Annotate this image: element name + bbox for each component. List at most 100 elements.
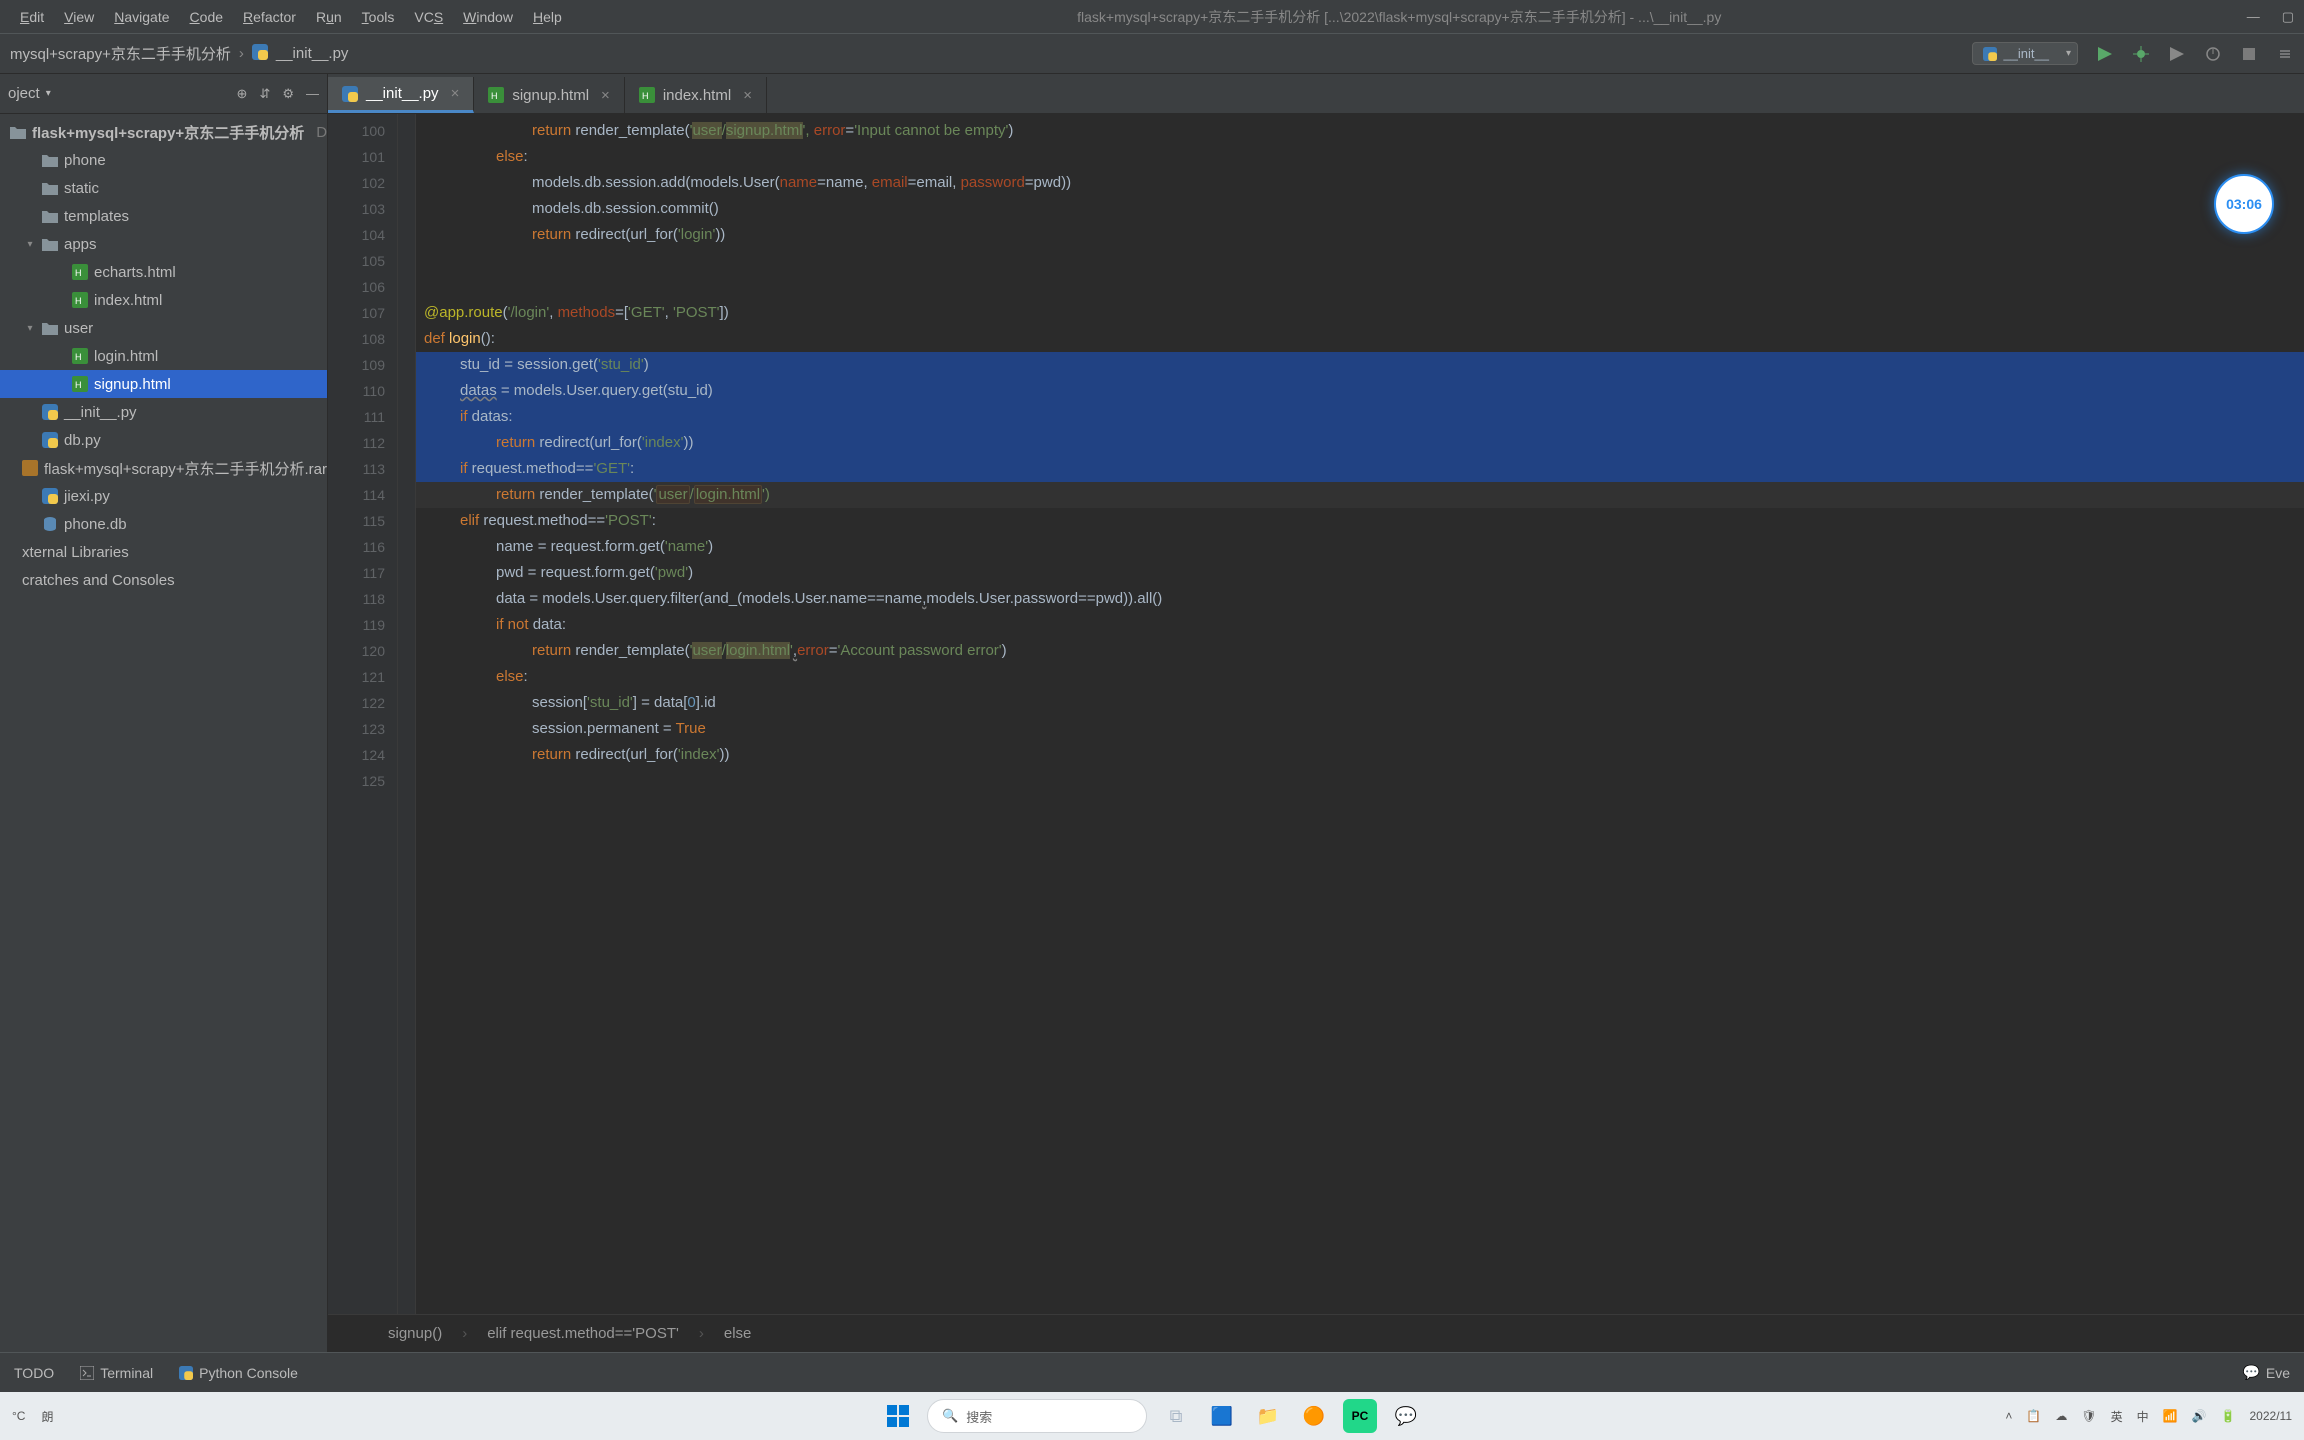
editor-breadcrumbs[interactable]: signup()›elif request.method=='POST'›els… — [328, 1314, 2304, 1352]
clock[interactable]: 2022/11 — [2250, 1409, 2293, 1423]
terminal-icon — [80, 1366, 94, 1380]
run-button[interactable] — [2096, 45, 2114, 63]
volume-icon[interactable]: 🔊 — [2192, 1409, 2207, 1423]
project-tree[interactable]: flask+mysql+scrapy+京东二手手机分析 D:\2022 phon… — [0, 114, 327, 1352]
todo-tool-window[interactable]: TODO — [14, 1365, 54, 1381]
editor-area: __init__.py×Hsignup.html×Hindex.html× 10… — [328, 74, 2304, 1352]
terminal-tool-window[interactable]: Terminal — [80, 1365, 153, 1381]
hide-icon[interactable]: — — [306, 86, 319, 102]
tree-item-db-py[interactable]: db.py — [0, 426, 327, 454]
menu-view[interactable]: View — [54, 9, 104, 25]
menu-edit[interactable]: Edit — [10, 9, 54, 25]
search-everywhere-button[interactable] — [2276, 45, 2294, 63]
editor-tabs: __init__.py×Hsignup.html×Hindex.html× — [328, 74, 2304, 114]
battery-icon[interactable]: 🔋 — [2221, 1409, 2236, 1423]
tree-item-index-html[interactable]: Hindex.html — [0, 286, 327, 314]
edge-icon[interactable]: 🟦 — [1205, 1399, 1239, 1433]
profiler-button[interactable] — [2204, 45, 2222, 63]
breadcrumb-file[interactable]: __init__.py — [276, 45, 349, 62]
tray-app-icon[interactable]: 📋 — [2026, 1409, 2041, 1423]
tab-signup-html[interactable]: Hsignup.html× — [474, 77, 624, 113]
menu-help[interactable]: Help — [523, 9, 572, 25]
close-tab-icon[interactable]: × — [451, 85, 460, 102]
tree-item-login-html[interactable]: Hlogin.html — [0, 342, 327, 370]
crumb-0[interactable]: signup() — [388, 1325, 442, 1342]
close-tab-icon[interactable]: × — [601, 87, 610, 104]
python-icon — [1983, 47, 1997, 61]
tree-item-phone[interactable]: phone — [0, 146, 327, 174]
tree-item-templates[interactable]: templates — [0, 202, 327, 230]
taskbar-weather[interactable]: °C朗 — [12, 1408, 53, 1425]
run-with-coverage-button[interactable] — [2168, 45, 2186, 63]
project-root[interactable]: flask+mysql+scrapy+京东二手手机分析 D:\2022 — [0, 118, 327, 146]
wifi-icon[interactable]: 📶 — [2163, 1409, 2178, 1423]
expand-all-icon[interactable]: ⇵ — [259, 86, 270, 102]
system-tray[interactable]: ˄ 📋 ☁ 🛡 英 中 📶 🔊 🔋 2022/11 — [2005, 1408, 2292, 1425]
bottom-tool-window-bar: TODO Terminal Python Console 💬 Eve — [0, 1352, 2304, 1392]
event-log[interactable]: Eve — [2266, 1365, 2290, 1381]
ime-english[interactable]: 英 — [2111, 1408, 2123, 1425]
close-tab-icon[interactable]: × — [743, 87, 752, 104]
scratches-and-consoles[interactable]: cratches and Consoles — [0, 566, 327, 594]
code-editor[interactable]: 1001011021031041051061071081091101111121… — [328, 114, 2304, 1314]
menu-run[interactable]: Run — [306, 9, 352, 25]
settings-icon[interactable]: ⚙ — [282, 86, 294, 102]
tree-item-static[interactable]: static — [0, 174, 327, 202]
taskbar-search[interactable]: 🔍 搜索 — [927, 1399, 1147, 1433]
security-icon[interactable]: 🛡 — [2081, 1409, 2096, 1423]
svg-text:H: H — [642, 91, 649, 101]
project-tab-label[interactable]: oject — [8, 85, 40, 102]
tree-item-apps[interactable]: ▾apps — [0, 230, 327, 258]
wechat-icon[interactable]: 💬 — [1389, 1399, 1423, 1433]
menu-vcs[interactable]: VCS — [404, 9, 453, 25]
windows-taskbar: °C朗 🔍 搜索 ⧉ 🟦 📁 🟠 PC 💬 ˄ 📋 ☁ 🛡 英 中 📶 🔊 🔋 … — [0, 1392, 2304, 1440]
debug-button[interactable] — [2132, 45, 2150, 63]
line-number-gutter[interactable]: 1001011021031041051061071081091101111121… — [328, 114, 398, 1314]
project-header: oject ▾ ⊕ ⇵ ⚙ — — [0, 74, 327, 114]
chevron-up-icon[interactable]: ˄ — [2005, 1409, 2012, 1423]
pycharm-icon[interactable]: PC — [1343, 1399, 1377, 1433]
menu-refactor[interactable]: Refactor — [233, 9, 306, 25]
python-console-tool-window[interactable]: Python Console — [179, 1365, 298, 1381]
tree-item-flask-mysql-scrapy----------rar[interactable]: flask+mysql+scrapy+京东二手手机分析.rar — [0, 454, 327, 482]
menu-code[interactable]: Code — [180, 9, 233, 25]
crumb-2[interactable]: else — [724, 1325, 752, 1342]
crumb-1[interactable]: elif request.method=='POST' — [487, 1325, 679, 1342]
tree-item-phone-db[interactable]: phone.db — [0, 510, 327, 538]
breadcrumb-root[interactable]: mysql+scrapy+京东二手手机分析 — [10, 43, 231, 64]
menu-bar: EditViewNavigateCodeRefactorRunToolsVCSW… — [0, 0, 2304, 34]
python-file-icon — [252, 44, 268, 64]
maximize-button[interactable]: ▢ — [2282, 9, 2294, 25]
minimize-button[interactable]: — — [2247, 9, 2260, 25]
window-controls: — ▢ — [2247, 9, 2294, 25]
ime-mode[interactable]: 中 — [2137, 1408, 2149, 1425]
tree-item-signup-html[interactable]: Hsignup.html — [0, 370, 327, 398]
fold-column[interactable] — [398, 114, 416, 1314]
tab-__init__-py[interactable]: __init__.py× — [328, 77, 474, 113]
menu-window[interactable]: Window — [453, 9, 523, 25]
onedrive-icon[interactable]: ☁ — [2055, 1409, 2067, 1423]
start-button[interactable] — [881, 1399, 915, 1433]
external-libraries[interactable]: xternal Libraries — [0, 538, 327, 566]
tree-item-user[interactable]: ▾user — [0, 314, 327, 342]
event-log-icon[interactable]: 💬 — [2242, 1364, 2259, 1381]
svg-text:H: H — [75, 268, 82, 278]
locate-icon[interactable]: ⊕ — [237, 86, 248, 102]
tab-index-html[interactable]: Hindex.html× — [625, 77, 767, 113]
run-config-name: __init__ — [2003, 46, 2049, 61]
window-title: flask+mysql+scrapy+京东二手手机分析 [...\2022\fl… — [572, 7, 2227, 27]
menu-tools[interactable]: Tools — [352, 9, 405, 25]
menu-navigate[interactable]: Navigate — [104, 9, 179, 25]
tree-item-__init__-py[interactable]: __init__.py — [0, 398, 327, 426]
svg-text:H: H — [75, 296, 82, 306]
code-content[interactable]: return render_template('user/signup.html… — [416, 114, 2304, 1314]
tree-item-echarts-html[interactable]: Hecharts.html — [0, 258, 327, 286]
tree-item-jiexi-py[interactable]: jiexi.py — [0, 482, 327, 510]
explorer-icon[interactable]: 📁 — [1251, 1399, 1285, 1433]
run-config-selector[interactable]: __init__ — [1972, 42, 2078, 65]
chrome-icon[interactable]: 🟠 — [1297, 1399, 1331, 1433]
chevron-down-icon[interactable]: ▾ — [46, 88, 51, 99]
stop-button[interactable] — [2240, 45, 2258, 63]
task-view-button[interactable]: ⧉ — [1159, 1399, 1193, 1433]
project-tool-window: oject ▾ ⊕ ⇵ ⚙ — flask+mysql+scrapy+京东二手手… — [0, 74, 328, 1352]
